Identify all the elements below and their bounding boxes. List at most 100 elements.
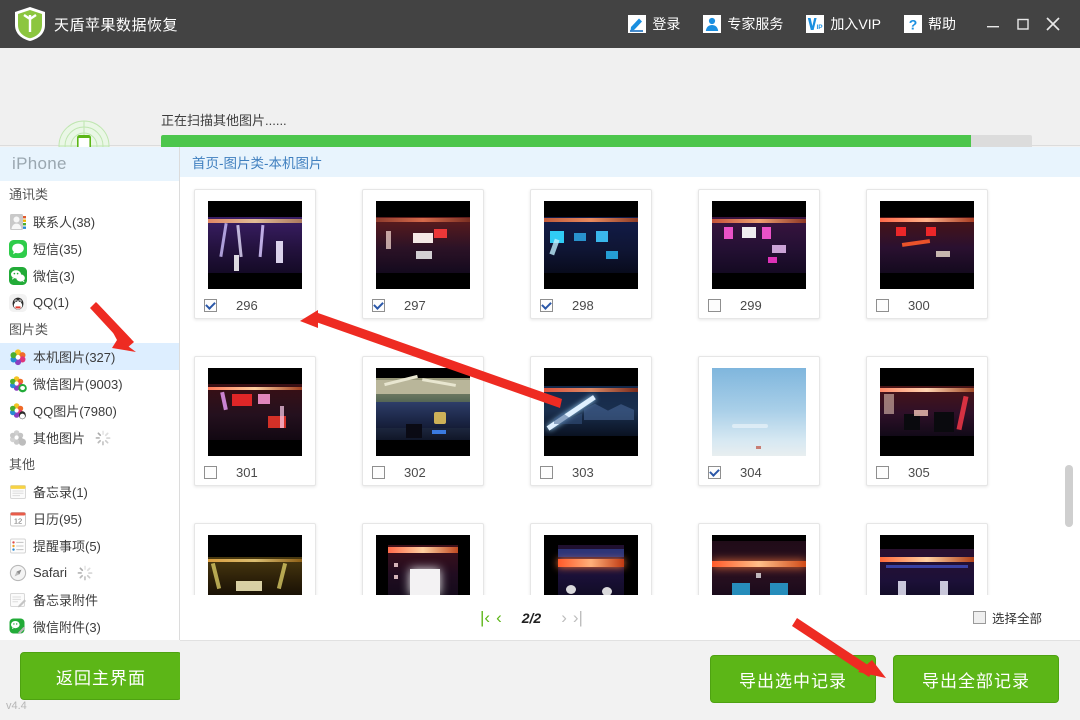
device-name: iPhone	[0, 147, 179, 181]
wechat-attachment-icon	[9, 618, 27, 636]
thumbnail-checkbox[interactable]	[540, 299, 553, 312]
loading-spinner-icon	[77, 565, 93, 581]
thumbnail-cell[interactable]: 303	[530, 356, 652, 486]
thumbnail-footer: 303	[531, 465, 651, 480]
thumbnail-label: 298	[572, 298, 594, 313]
thumbnail-checkbox[interactable]	[372, 299, 385, 312]
sidebar-item-2-g1[interactable]: 短信(35)	[0, 235, 179, 262]
thumbnail-image[interactable]	[712, 368, 806, 456]
thumbnail-label: 296	[236, 298, 258, 313]
expert-service-button[interactable]: 专家服务	[702, 14, 783, 34]
sidebar-item-label: 日历(95)	[33, 512, 83, 527]
sidebar-item-label: 备忘录(1)	[33, 485, 88, 500]
thumbnail-image[interactable]	[376, 535, 470, 597]
thumbnail-cell[interactable]: 298	[530, 189, 652, 319]
thumbnail-label: 303	[572, 465, 594, 480]
thumbnail-image[interactable]	[880, 201, 974, 289]
login-button[interactable]: 登录	[627, 14, 680, 34]
last-page-button[interactable]: ›|	[573, 609, 583, 626]
prev-page-button[interactable]: ‹	[496, 609, 502, 626]
thumbnail-checkbox[interactable]	[204, 299, 217, 312]
thumbnail-image[interactable]	[712, 535, 806, 597]
thumbnail-cell[interactable]: 302	[362, 356, 484, 486]
thumbnail-image[interactable]	[208, 201, 302, 289]
thumbnail-image[interactable]	[880, 535, 974, 597]
close-button[interactable]	[1038, 0, 1068, 48]
sidebar-item-6-g3[interactable]: 微信附件(3)	[0, 613, 179, 640]
wechat-photos-icon	[9, 375, 27, 393]
thumbnail-cell[interactable]: 305	[866, 356, 988, 486]
sidebar-item-label: 联系人(38)	[33, 215, 96, 230]
help-button[interactable]: ? 帮助	[903, 14, 956, 34]
sidebar-item-label: 微信附件(3)	[33, 620, 101, 635]
sidebar-item-5-g3[interactable]: 备忘录附件	[0, 586, 179, 613]
app-title: 天盾苹果数据恢复	[54, 16, 179, 34]
thumbnail-cell[interactable]: 304	[698, 356, 820, 486]
sidebar-item-3-g2[interactable]: QQ图片(7980)	[0, 397, 179, 424]
sidebar-item-1-g2[interactable]: 本机图片(327)	[0, 343, 179, 370]
sidebar-item-2-g2[interactable]: 微信图片(9003)	[0, 370, 179, 397]
thumbnail-image[interactable]	[544, 535, 638, 597]
thumbnail-label: 300	[908, 298, 930, 313]
thumbnail-image[interactable]	[712, 201, 806, 289]
maximize-button[interactable]	[1008, 0, 1038, 48]
minimize-button[interactable]	[978, 0, 1008, 48]
thumbnail-image[interactable]	[544, 201, 638, 289]
thumbnail-image[interactable]	[376, 201, 470, 289]
thumbnail-checkbox[interactable]	[876, 466, 889, 479]
select-all-checkbox[interactable]	[972, 611, 986, 624]
sidebar-item-1-g1[interactable]: 联系人(38)	[0, 208, 179, 235]
thumbnail-cell[interactable]: 307	[362, 523, 484, 597]
sidebar-list: 通讯类 联系人(38) 短信(35) 微信(3) QQ(1) 图片类 本机图片(327) 微信…	[0, 181, 179, 640]
export-all-button[interactable]: 导出全部记录	[893, 655, 1059, 703]
svg-text:?: ?	[908, 17, 917, 33]
thumbnail-checkbox[interactable]	[708, 299, 721, 312]
thumbnail-checkbox[interactable]	[708, 466, 721, 479]
back-to-home-button[interactable]: 返回主界面	[20, 652, 182, 700]
export-selected-button[interactable]: 导出选中记录	[710, 655, 876, 703]
thumbnail-cell[interactable]: 297	[362, 189, 484, 319]
sidebar-item-4-g1[interactable]: QQ(1)	[0, 289, 179, 316]
pencil-icon	[627, 15, 646, 34]
first-page-button[interactable]: |‹	[480, 609, 490, 626]
sidebar-item-label: 微信(3)	[33, 269, 75, 284]
thumbnail-label: 299	[740, 298, 762, 313]
login-label: 登录	[652, 16, 681, 32]
thumbnail-image[interactable]	[880, 368, 974, 456]
thumbnail-cell[interactable]: 306	[194, 523, 316, 597]
sidebar-item-3-g1[interactable]: 微信(3)	[0, 262, 179, 289]
thumbnail-checkbox[interactable]	[540, 466, 553, 479]
thumbnail-footer: 296	[195, 298, 315, 313]
thumbnail-checkbox[interactable]	[204, 466, 217, 479]
safari-icon	[9, 564, 27, 582]
thumbnail-checkbox[interactable]	[876, 299, 889, 312]
app-window: 天盾苹果数据恢复 登录 专家服务 IP 加入VIP ? 帮助 正在扫描其他图片.…	[0, 0, 1080, 720]
thumbnail-cell[interactable]: 310	[866, 523, 988, 597]
select-all-control[interactable]: 选择全部	[972, 608, 1042, 627]
sidebar-item-1-g3[interactable]: 备忘录(1)	[0, 478, 179, 505]
next-page-button[interactable]: ›	[561, 609, 567, 626]
sidebar-item-3-g3[interactable]: 提醒事项(5)	[0, 532, 179, 559]
join-vip-button[interactable]: IP 加入VIP	[805, 14, 881, 34]
thumbnail-cell[interactable]: 300	[866, 189, 988, 319]
thumbnail-cell[interactable]: 308	[530, 523, 652, 597]
calendar-icon: 12	[9, 510, 27, 528]
thumbnail-cell[interactable]: 309	[698, 523, 820, 597]
sidebar-item-2-g3[interactable]: 12 日历(95)	[0, 505, 179, 532]
expert-service-label: 专家服务	[727, 16, 784, 32]
sidebar-item-4-g3[interactable]: Safari	[0, 559, 179, 586]
thumbnail-cell[interactable]: 301	[194, 356, 316, 486]
sidebar-item-4-g2[interactable]: 其他图片	[0, 424, 179, 451]
photos-icon	[9, 348, 27, 366]
thumbnail-cell[interactable]: 299	[698, 189, 820, 319]
contacts-icon	[9, 213, 27, 231]
thumbnail-cell[interactable]: 296	[194, 189, 316, 319]
thumbnail-image[interactable]	[208, 535, 302, 597]
thumbnail-checkbox[interactable]	[372, 466, 385, 479]
content-scrollbar-thumb[interactable]	[1065, 465, 1073, 527]
thumbnail-image[interactable]	[208, 368, 302, 456]
thumbnail-image[interactable]	[376, 368, 470, 456]
thumbnail-image[interactable]	[544, 368, 638, 456]
sidebar-item-label: 本机图片(327)	[33, 350, 116, 365]
sidebar-item-label: QQ(1)	[33, 295, 70, 310]
